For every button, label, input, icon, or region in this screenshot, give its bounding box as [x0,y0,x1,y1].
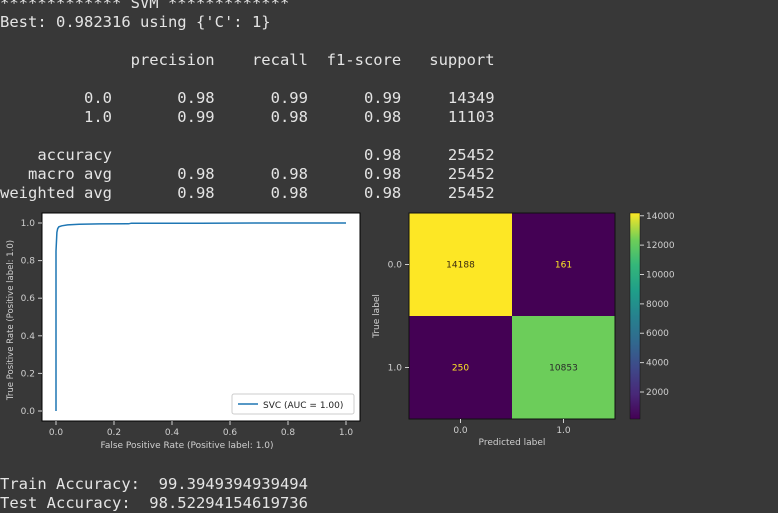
output-line: 1.0 0.99 0.98 0.98 11103 [0,108,495,126]
colorbar-tick-label: 14000 [646,212,675,222]
y-tick-label: 0.6 [21,294,36,304]
x-tick-label: 1.0 [556,426,571,436]
colorbar-tick-label: 2000 [646,388,669,398]
matrix-cell-value: 14188 [446,261,475,271]
confusion-matrix-chart: 14188 161 250 10853 0.0 1.0 0.0 1.0 Predicted la… [372,212,675,448]
x-axis-label: Predicted label [479,438,546,448]
classification-report-output: ************* SVM ************* Best: 0.9… [0,0,495,203]
matrix-cell-value: 161 [555,261,572,271]
colorbar-tick-label: 12000 [646,241,675,251]
output-line: ************* SVM ************* [0,0,290,12]
y-tick-label: 0.4 [21,332,36,342]
legend-label: SVC (AUC = 1.00) [263,401,343,411]
output-line: Best: 0.982316 using {'C': 1} [0,13,271,31]
x-tick-label: 0.0 [453,426,468,436]
output-line: 0.0 0.98 0.99 0.99 14349 [0,89,495,107]
matrix-cell-value: 10853 [549,364,578,374]
x-axis-label: False Positive Rate (Positive label: 1.0… [100,441,273,451]
accuracy-output: Train Accuracy: 99.3949394939494 Test Acc… [0,475,308,513]
output-line: macro avg 0.98 0.98 0.98 25452 [0,165,495,183]
colorbar-tick-label: 10000 [646,271,675,281]
colorbar-tick-label: 4000 [646,359,669,369]
x-tick-label: 0.0 [49,428,64,438]
output-line: accuracy 0.98 25452 [0,146,495,164]
roc-curve-chart: 0.0 0.2 0.4 0.6 0.8 1.0 0.0 0.2 0.4 0.6 0.8 1.0 Fals… [6,212,361,451]
x-tick-label: 1.0 [339,428,354,438]
output-line: weighted avg 0.98 0.98 0.98 25452 [0,184,495,202]
x-tick-label: 0.6 [223,428,238,438]
y-axis-label: True Positive Rate (Positive label: 1.0) [6,240,16,401]
output-line: precision recall f1-score support [0,51,495,69]
y-tick-label: 0.0 [388,261,403,271]
matrix-cell-value: 250 [452,364,469,374]
y-axis-label: True label [372,294,382,339]
y-tick-label: 0.2 [21,369,35,379]
accuracy-line: Train Accuracy: 99.3949394939494 [0,475,308,493]
x-tick-label: 0.4 [165,428,180,438]
y-tick-label: 1.0 [21,219,36,229]
y-tick-label: 1.0 [388,364,403,374]
x-tick-label: 0.2 [107,428,121,438]
accuracy-line: Test Accuracy: 98.52294154619736 [0,494,308,512]
colorbar [629,212,641,420]
y-tick-label: 0.0 [21,407,36,417]
colorbar-tick-label: 8000 [646,300,669,310]
roc-plot-area [41,212,361,422]
colorbar-tick-label: 6000 [646,329,669,339]
y-tick-label: 0.8 [21,257,36,267]
roc-legend: SVC (AUC = 1.00) [231,393,355,415]
x-tick-label: 0.8 [281,428,296,438]
